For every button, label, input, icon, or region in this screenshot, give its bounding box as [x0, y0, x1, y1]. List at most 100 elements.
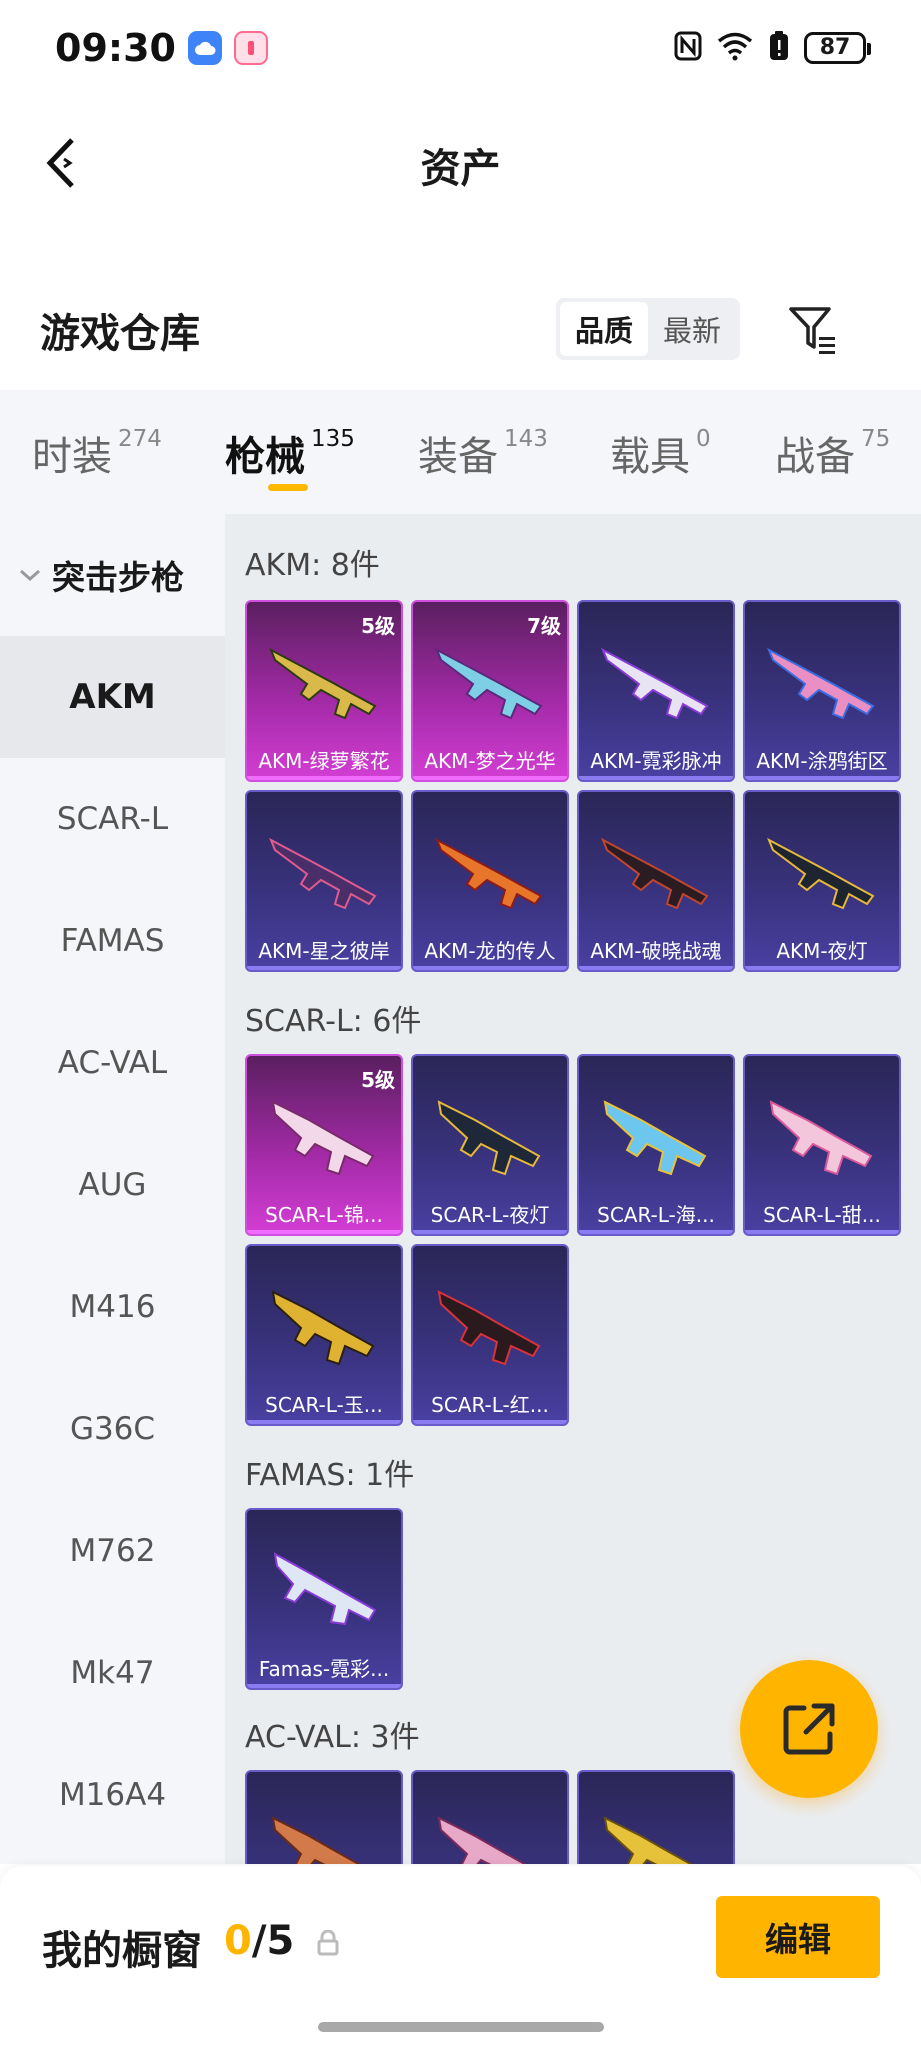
card-name: AKM-龙的传人: [424, 939, 556, 963]
weapon-card[interactable]: [577, 1770, 735, 1864]
sidebar-item-mk47[interactable]: Mk47: [0, 1612, 225, 1734]
rifle-image: [601, 837, 709, 910]
nfc-icon: [674, 31, 702, 65]
card-quality-bar: [413, 1230, 567, 1234]
card-name: SCAR-L-锦...: [265, 1203, 383, 1227]
section-title-akm: AKM: 8件: [245, 548, 380, 583]
tab-supplies[interactable]: 战备 75: [775, 424, 890, 482]
card-name: AKM-涂鸦街区: [756, 749, 888, 773]
weapon-card[interactable]: SCAR-L-玉...: [245, 1244, 403, 1426]
tab-count: 135: [311, 426, 355, 452]
weapon-card[interactable]: AKM-破晓战魂: [577, 790, 735, 972]
weapon-card[interactable]: AKM-夜灯: [743, 790, 901, 972]
card-name: Famas-霓彩...: [258, 1657, 390, 1681]
sidebar-item-g36c[interactable]: G36C: [0, 1368, 225, 1490]
tab-fashion[interactable]: 时装 274: [32, 424, 162, 482]
warehouse-row: 游戏仓库 品质 最新: [0, 280, 921, 380]
page-title: 资产: [420, 146, 501, 192]
back-button[interactable]: [36, 133, 86, 193]
sidebar-item-famas[interactable]: FAMAS: [0, 880, 225, 1002]
section-title-scar-l: SCAR-L: 6件: [245, 1004, 422, 1039]
rifle-image: [435, 647, 543, 720]
weapon-card[interactable]: AKM-龙的传人: [411, 790, 569, 972]
rifle-image: [767, 647, 875, 720]
card-quality-bar: [745, 1230, 899, 1234]
card-name: SCAR-L-海...: [597, 1203, 715, 1227]
card-name: SCAR-L-甜...: [763, 1203, 881, 1227]
card-quality-bar: [413, 966, 567, 970]
battery-icon: 87: [804, 31, 871, 64]
rifle-image: [273, 1552, 377, 1626]
tab-label: 枪械: [225, 434, 305, 480]
sort-toggle: 品质 最新: [556, 298, 740, 360]
weapon-card[interactable]: Famas-霓彩...: [245, 1508, 403, 1690]
weapon-card[interactable]: AKM-霓彩脉冲: [577, 600, 735, 782]
card-name: AKM-破晓战魂: [590, 939, 722, 963]
sidebar-item-aug[interactable]: AUG: [0, 1124, 225, 1246]
wifi-icon: [716, 31, 754, 65]
sort-option-quality[interactable]: 品质: [560, 302, 648, 356]
showcase-total: /5: [251, 1918, 295, 1964]
weapon-card[interactable]: SCAR-L-海...: [577, 1054, 735, 1236]
weapon-card[interactable]: SCAR-L-夜灯: [411, 1054, 569, 1236]
tab-count: 274: [118, 426, 162, 452]
card-quality-bar: [247, 776, 401, 780]
card-name: SCAR-L-红...: [431, 1393, 549, 1417]
weapon-card[interactable]: 7级 AKM-梦之光华: [411, 600, 569, 782]
weapon-card[interactable]: 5级 SCAR-L-锦...: [245, 1054, 403, 1236]
back-arrow-icon: [46, 138, 74, 188]
weapon-card[interactable]: SCAR-L-红...: [411, 1244, 569, 1426]
rifle-image: [269, 647, 377, 720]
tab-firearms[interactable]: 枪械 135: [225, 424, 355, 482]
rifle-image: [271, 1290, 375, 1366]
card-quality-bar: [247, 1230, 401, 1234]
sidebar-item-akm[interactable]: AKM: [0, 636, 225, 758]
sidebar-item-ac-val[interactable]: AC-VAL: [0, 1002, 225, 1124]
weapon-card[interactable]: SCAR-L-甜...: [743, 1054, 901, 1236]
tab-vehicles[interactable]: 载具 0: [610, 424, 711, 482]
warehouse-title: 游戏仓库: [40, 311, 200, 357]
weapon-card[interactable]: [411, 1770, 569, 1864]
filter-button[interactable]: [782, 300, 846, 360]
active-tab-indicator: [268, 484, 308, 491]
card-quality-bar: [247, 966, 401, 970]
card-quality-bar: [579, 1230, 733, 1234]
sidebar-item-m416[interactable]: M416: [0, 1246, 225, 1368]
sidebar-item-scar-l[interactable]: SCAR-L: [0, 758, 225, 880]
rifle-image: [437, 1290, 541, 1366]
rifle-image: [269, 837, 377, 910]
home-indicator[interactable]: [318, 2022, 604, 2032]
weapon-card[interactable]: [245, 1770, 403, 1864]
showcase-label: 我的橱窗: [42, 1928, 202, 1974]
card-quality-bar: [579, 966, 733, 970]
rifle-image: [767, 837, 875, 910]
section-title-ac-val: AC-VAL: 3件: [245, 1720, 420, 1755]
card-name: AKM-霓彩脉冲: [590, 749, 722, 773]
tab-count: 75: [861, 426, 891, 452]
card-name: AKM-梦之光华: [424, 749, 556, 773]
sidebar-group-assault-rifle[interactable]: 突击步枪: [0, 514, 225, 636]
tab-equipment[interactable]: 装备 143: [418, 424, 548, 482]
showcase-count: 0/5: [224, 1918, 294, 1964]
card-quality-bar: [413, 776, 567, 780]
weapon-card[interactable]: AKM-星之彼岸: [245, 790, 403, 972]
sidebar-item-m762[interactable]: M762: [0, 1490, 225, 1612]
rifle-image: [435, 837, 543, 910]
edit-button[interactable]: 编辑: [716, 1896, 880, 1978]
card-level: 5级: [361, 1068, 395, 1092]
weapon-card[interactable]: 5级 AKM-绿萝繁花: [245, 600, 403, 782]
filter-icon: [789, 307, 835, 354]
pink-app-icon: [233, 30, 268, 65]
rifle-image: [603, 1100, 707, 1176]
sidebar-item-m16a4[interactable]: M16A4: [0, 1734, 225, 1856]
category-tabs: 时装 274 枪械 135 装备 143 载具 0 战备 75: [0, 390, 921, 514]
weapon-card[interactable]: AKM-涂鸦街区: [743, 600, 901, 782]
rifle-image: [271, 1816, 361, 1864]
sort-option-latest[interactable]: 最新: [648, 302, 736, 356]
tab-label: 战备: [775, 434, 855, 480]
card-quality-bar: [247, 1420, 401, 1424]
share-button[interactable]: [740, 1660, 878, 1798]
card-quality-bar: [413, 1420, 567, 1424]
chevron-down-icon: [20, 569, 40, 582]
tab-count: 143: [504, 426, 548, 452]
